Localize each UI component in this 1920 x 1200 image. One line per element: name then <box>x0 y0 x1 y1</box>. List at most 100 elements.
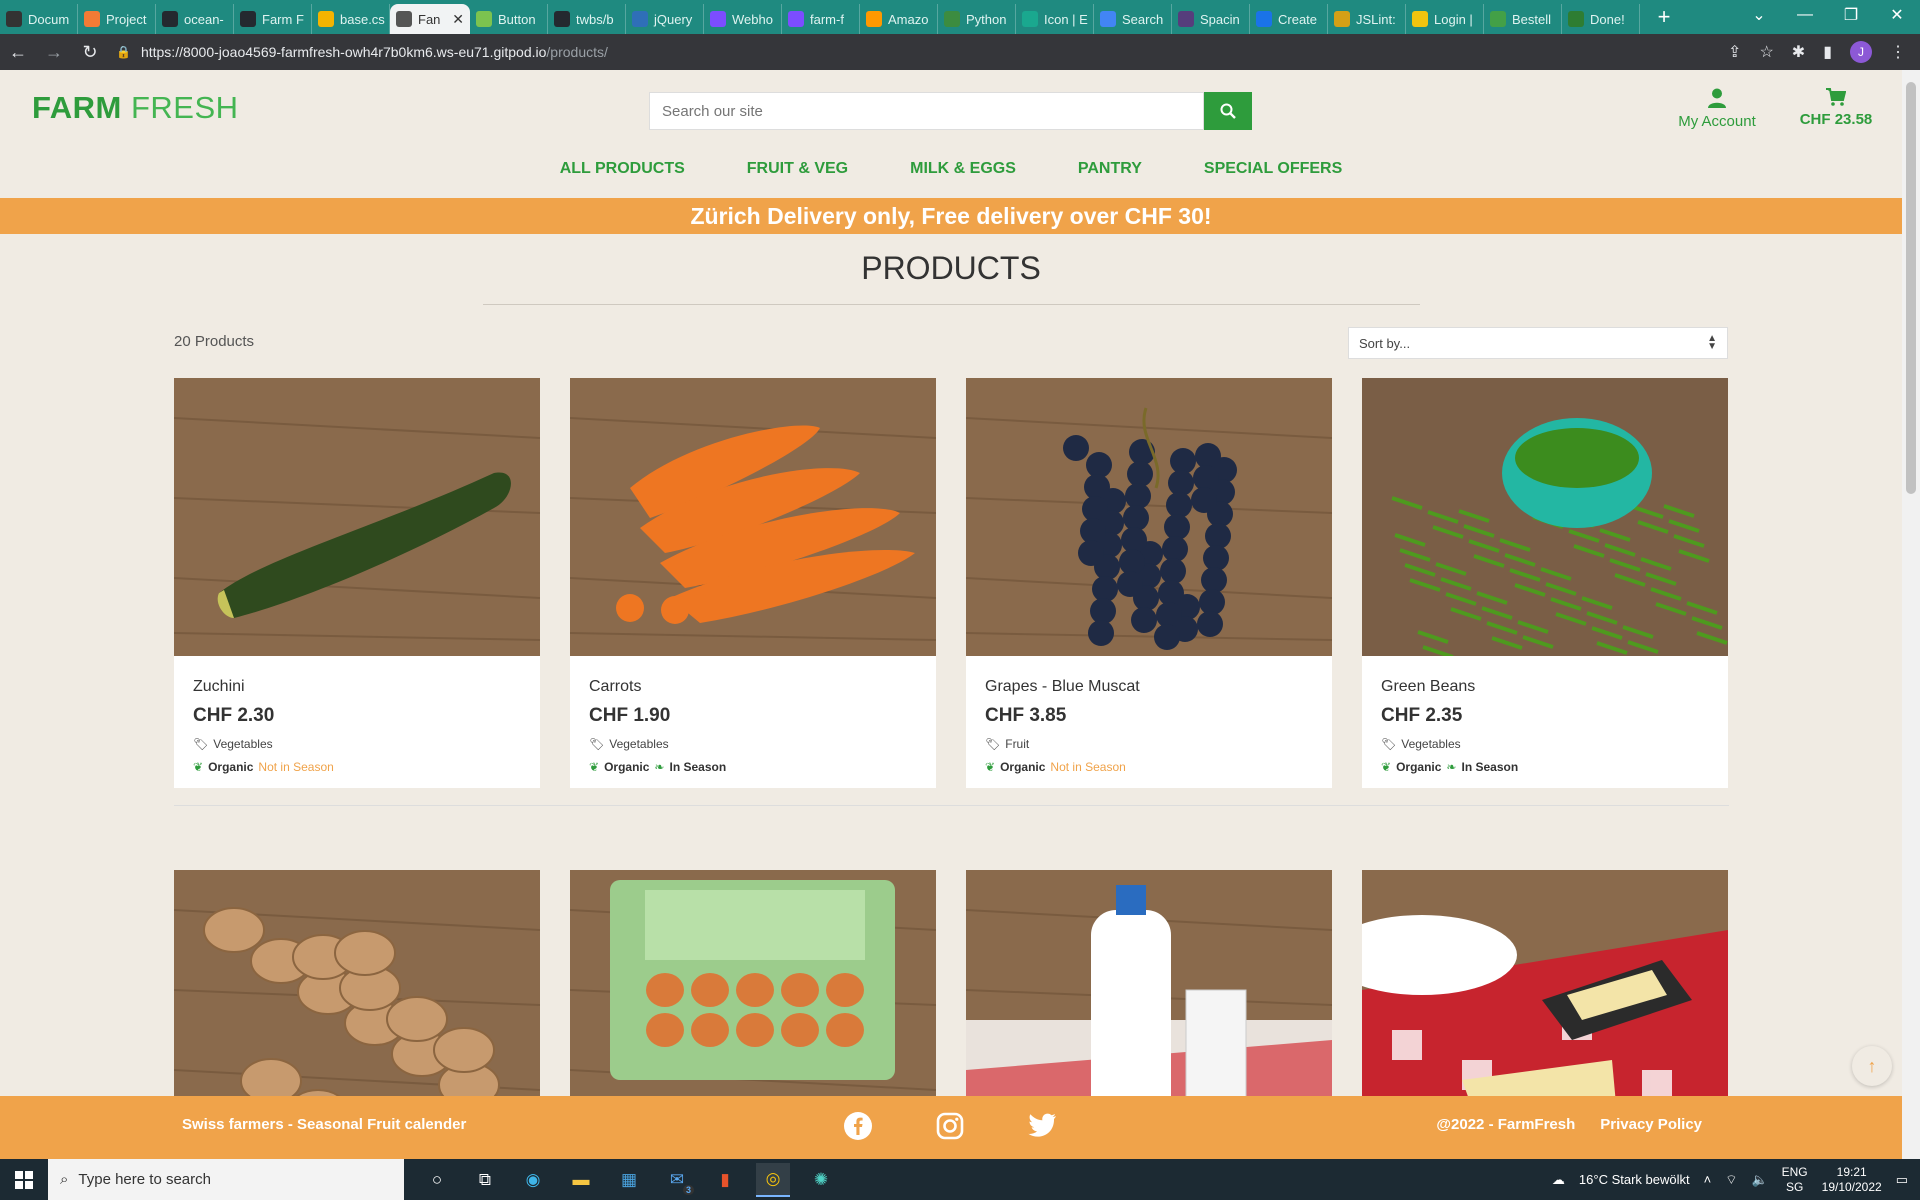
product-image[interactable] <box>174 378 540 656</box>
weather-text[interactable]: 16°C Stark bewölkt <box>1579 1172 1690 1187</box>
page-scrollbar[interactable] <box>1902 70 1920 1159</box>
product-name[interactable]: Carrots <box>589 678 917 696</box>
browser-tab[interactable]: Done! <box>1562 4 1640 34</box>
chrome-icon[interactable]: ◎ <box>756 1162 790 1197</box>
scrollbar-thumb[interactable] <box>1906 82 1916 494</box>
office-icon[interactable]: ▮ <box>708 1163 742 1197</box>
reload-button[interactable]: ↻ <box>72 34 108 70</box>
back-to-top-button[interactable]: ↑ <box>1852 1046 1892 1086</box>
browser-tab[interactable]: Fan ✕ <box>390 4 470 34</box>
my-account-link[interactable]: My Account <box>1672 88 1762 130</box>
product-image[interactable] <box>966 870 1332 1096</box>
product-card[interactable] <box>174 870 540 1096</box>
search-button[interactable] <box>1204 92 1252 130</box>
product-category[interactable]: 🏷 Vegetables <box>589 737 917 751</box>
extensions-icon[interactable]: ✱ <box>1792 42 1805 62</box>
taskbar-search[interactable]: ⌕ Type here to search <box>48 1159 404 1200</box>
browser-tab[interactable]: Bestell <box>1484 4 1562 34</box>
product-card[interactable]: Zuchini CHF 2.30 🏷 Vegetables ❦ Organic Not in… <box>174 378 540 788</box>
restore-button[interactable]: ❐ <box>1828 0 1874 30</box>
product-card[interactable]: Grapes - Blue Muscat CHF 3.85 🏷 Fruit ❦ Organ… <box>966 378 1332 788</box>
cortana-icon[interactable]: ○ <box>420 1163 454 1197</box>
browser-tab[interactable]: Icon | E <box>1016 4 1094 34</box>
weather-icon[interactable]: ☁ <box>1552 1172 1565 1188</box>
browser-tab[interactable]: Farm F <box>234 4 312 34</box>
share-icon[interactable]: ⇪ <box>1728 42 1741 62</box>
product-card[interactable] <box>570 870 936 1096</box>
browser-tab[interactable]: Webho <box>704 4 782 34</box>
file-explorer-icon[interactable]: ▬ <box>564 1163 598 1197</box>
product-image[interactable] <box>174 870 540 1096</box>
back-button[interactable]: ← <box>0 34 36 70</box>
sort-select[interactable]: Sort by... ▲ ▼ <box>1348 327 1728 359</box>
browser-tab[interactable]: Create <box>1250 4 1328 34</box>
product-name[interactable]: Grapes - Blue Muscat <box>985 678 1313 696</box>
nav-fruit-veg[interactable]: FRUIT & VEG <box>716 160 879 178</box>
store-icon[interactable]: ▦ <box>612 1163 646 1197</box>
browser-tab[interactable]: Docum <box>0 4 78 34</box>
language-indicator[interactable]: ENG SG <box>1782 1165 1808 1195</box>
browser-tab[interactable]: farm-f <box>782 4 860 34</box>
browser-tab[interactable]: jQuery <box>626 4 704 34</box>
forward-button[interactable]: → <box>36 34 72 70</box>
profile-avatar[interactable]: J <box>1850 41 1872 63</box>
facebook-icon[interactable] <box>842 1110 874 1142</box>
privacy-policy-link[interactable]: Privacy Policy <box>1600 1116 1702 1133</box>
product-image[interactable] <box>966 378 1332 656</box>
bookmark-star-icon[interactable]: ☆ <box>1759 42 1773 62</box>
browser-tab[interactable]: Project <box>78 4 156 34</box>
browser-tab[interactable]: Login | <box>1406 4 1484 34</box>
nav-special-offers[interactable]: SPECIAL OFFERS <box>1173 160 1373 178</box>
windows-start-button[interactable] <box>0 1159 48 1200</box>
site-logo[interactable]: FARM FRESH <box>32 90 239 126</box>
nav-milk-eggs[interactable]: MILK & EGGS <box>879 160 1047 178</box>
browser-tab[interactable]: ocean- <box>156 4 234 34</box>
instagram-icon[interactable] <box>934 1110 966 1142</box>
product-card[interactable]: Green Beans CHF 2.35 🏷 Vegetables ❦ Organic ❧ I… <box>1362 378 1728 788</box>
product-card[interactable] <box>966 870 1332 1096</box>
browser-tab[interactable]: Button <box>470 4 548 34</box>
show-hidden-icons[interactable]: ˄ <box>1704 1172 1712 1187</box>
browser-tab[interactable]: base.cs <box>312 4 390 34</box>
notifications-icon[interactable]: ▭ <box>1896 1172 1908 1188</box>
tab-search-icon[interactable]: ⌄ <box>1736 0 1782 30</box>
search-input[interactable] <box>649 92 1204 130</box>
product-name[interactable]: Zuchini <box>193 678 521 696</box>
new-tab-button[interactable]: + <box>1650 3 1678 31</box>
tab-label: JSLint: <box>1356 11 1396 27</box>
close-tab-icon[interactable]: ✕ <box>452 11 464 28</box>
mail-icon[interactable]: ✉ 3 <box>660 1163 694 1197</box>
product-image[interactable] <box>1362 870 1728 1096</box>
minimize-button[interactable]: — <box>1782 0 1828 30</box>
browser-tab[interactable]: JSLint: <box>1328 4 1406 34</box>
browser-tab[interactable]: Search <box>1094 4 1172 34</box>
product-category[interactable]: 🏷 Vegetables <box>1381 737 1709 751</box>
browser-tab[interactable]: twbs/b <box>548 4 626 34</box>
gitpod-icon[interactable]: ✺ <box>804 1163 838 1197</box>
browser-tab[interactable]: Python <box>938 4 1016 34</box>
volume-icon[interactable]: 🔈 <box>1751 1172 1767 1188</box>
network-icon[interactable]: ⌔ <box>1725 1172 1737 1188</box>
nav-pantry[interactable]: PANTRY <box>1047 160 1173 178</box>
url-field[interactable]: 🔒 https://8000-joao4569-farmfresh-owh4r7… <box>116 44 1728 60</box>
product-card[interactable]: Carrots CHF 1.90 🏷 Vegetables ❦ Organic ❧ In Se… <box>570 378 936 788</box>
shopping-bag-link[interactable]: CHF 23.58 <box>1798 88 1874 128</box>
edge-icon[interactable]: ◉ <box>516 1163 550 1197</box>
product-card[interactable] <box>1362 870 1728 1096</box>
product-image[interactable] <box>570 870 936 1096</box>
browser-tab[interactable]: Amazo <box>860 4 938 34</box>
nav-all-products[interactable]: ALL PRODUCTS <box>529 160 716 178</box>
product-name[interactable]: Green Beans <box>1381 678 1709 696</box>
browser-menu-icon[interactable]: ⋮ <box>1890 42 1906 62</box>
product-image[interactable] <box>1362 378 1728 656</box>
browser-tab[interactable]: Spacin <box>1172 4 1250 34</box>
footer-calendar-link[interactable]: Swiss farmers - Seasonal Fruit calender <box>182 1116 466 1133</box>
product-image[interactable] <box>570 378 936 656</box>
close-window-button[interactable]: ✕ <box>1874 0 1920 30</box>
twitter-icon[interactable] <box>1026 1110 1058 1142</box>
side-panel-icon[interactable]: ▮ <box>1823 42 1832 62</box>
product-category[interactable]: 🏷 Fruit <box>985 737 1313 751</box>
clock[interactable]: 19:21 19/10/2022 <box>1822 1165 1882 1195</box>
product-category[interactable]: 🏷 Vegetables <box>193 737 521 751</box>
task-view-icon[interactable]: ⧉ <box>468 1163 502 1197</box>
